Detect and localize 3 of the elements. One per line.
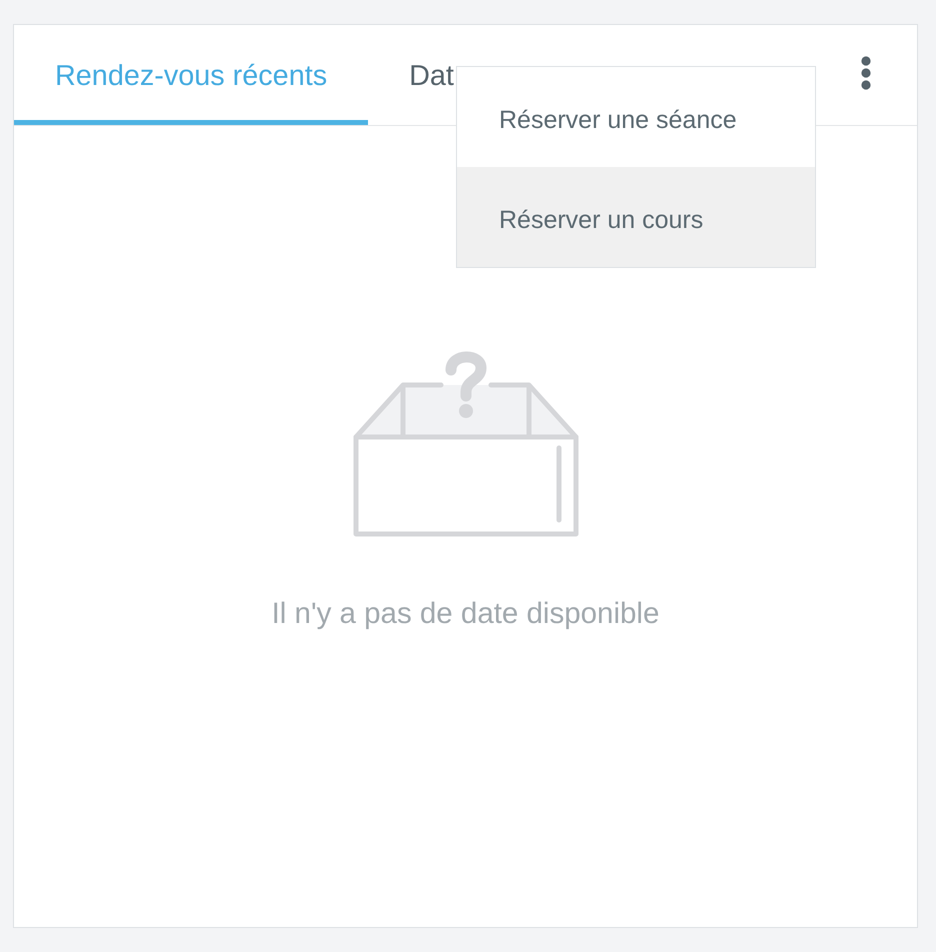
kebab-menu-icon <box>861 56 871 90</box>
menu-item[interactable]: Réserver un cours <box>457 167 815 267</box>
empty-message: Il n'y a pas de date disponible <box>272 597 660 631</box>
